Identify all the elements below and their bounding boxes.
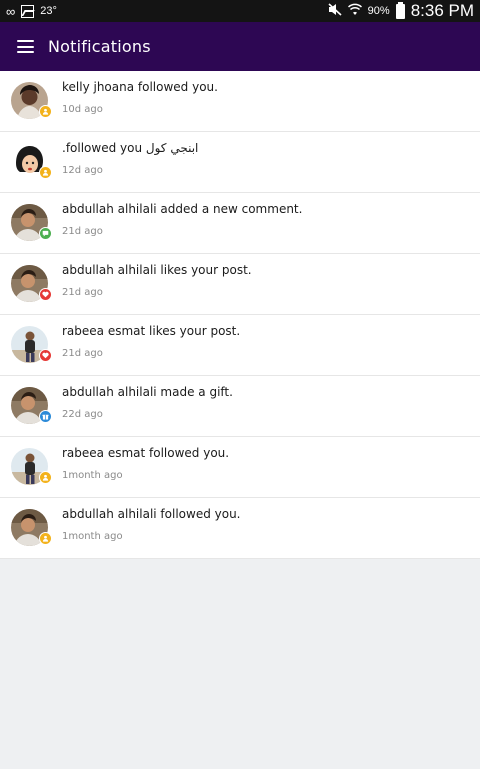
wifi-icon	[347, 3, 362, 19]
status-bar-right: 90% 8:36 PM	[328, 1, 474, 21]
notification-time: 10d ago	[62, 104, 103, 115]
notification-time: 1month ago	[62, 470, 123, 481]
heart-badge-icon	[39, 288, 52, 301]
notification-time: 21d ago	[62, 287, 103, 298]
notification-text: .followed you ابنجي كول	[62, 141, 199, 155]
notification-item[interactable]: abdullah alhilali followed you. 1month ag…	[0, 498, 480, 559]
notification-item[interactable]: rabeea esmat followed you. 1month ago	[0, 437, 480, 498]
notification-time: 21d ago	[62, 226, 103, 237]
notification-text: abdullah alhilali added a new comment.	[62, 202, 303, 216]
mute-icon	[328, 3, 342, 19]
gift-badge-icon	[39, 410, 52, 423]
notification-text: rabeea esmat likes your post.	[62, 324, 241, 338]
notification-text: abdullah alhilali made a gift.	[62, 385, 233, 399]
notification-text: rabeea esmat followed you.	[62, 446, 230, 460]
infinity-notification-icon: ∞	[6, 3, 16, 19]
status-bar-left: ∞ 23°	[6, 4, 57, 19]
notification-item[interactable]: kelly jhoana followed you. 10d ago	[0, 71, 480, 132]
notification-item[interactable]: .followed you ابنجي كول 12d ago	[0, 132, 480, 193]
notification-text: kelly jhoana followed you.	[62, 80, 218, 94]
clock: 8:36 PM	[410, 1, 474, 20]
notification-time: 22d ago	[62, 409, 103, 420]
notification-time: 12d ago	[62, 165, 103, 176]
follow-badge-icon	[39, 471, 52, 484]
follow-badge-icon	[39, 166, 52, 179]
notification-item[interactable]: abdullah alhilali added a new comment. 21…	[0, 193, 480, 254]
hamburger-menu-icon[interactable]	[17, 40, 34, 53]
battery-percent: 90%	[367, 5, 390, 17]
heart-badge-icon	[39, 349, 52, 362]
notification-item[interactable]: abdullah alhilali made a gift. 22d ago	[0, 376, 480, 437]
app-toolbar: Notifications	[0, 22, 480, 71]
follow-badge-icon	[39, 532, 52, 545]
temperature: 23°	[40, 5, 57, 17]
comment-badge-icon	[39, 227, 52, 240]
image-notification-icon	[21, 4, 35, 18]
notification-list: kelly jhoana followed you. 10d ago .follow…	[0, 71, 480, 559]
page-title: Notifications	[48, 37, 151, 56]
notification-item[interactable]: rabeea esmat likes your post. 21d ago	[0, 315, 480, 376]
notification-text: abdullah alhilali followed you.	[62, 507, 241, 521]
notification-time: 1month ago	[62, 531, 123, 542]
follow-badge-icon	[39, 105, 52, 118]
notification-time: 21d ago	[62, 348, 103, 359]
battery-icon	[395, 1, 405, 19]
notification-item[interactable]: abdullah alhilali likes your post. 21d ag…	[0, 254, 480, 315]
notification-text: abdullah alhilali likes your post.	[62, 263, 252, 277]
status-bar: ∞ 23° 90% 8:36 PM	[0, 0, 480, 22]
